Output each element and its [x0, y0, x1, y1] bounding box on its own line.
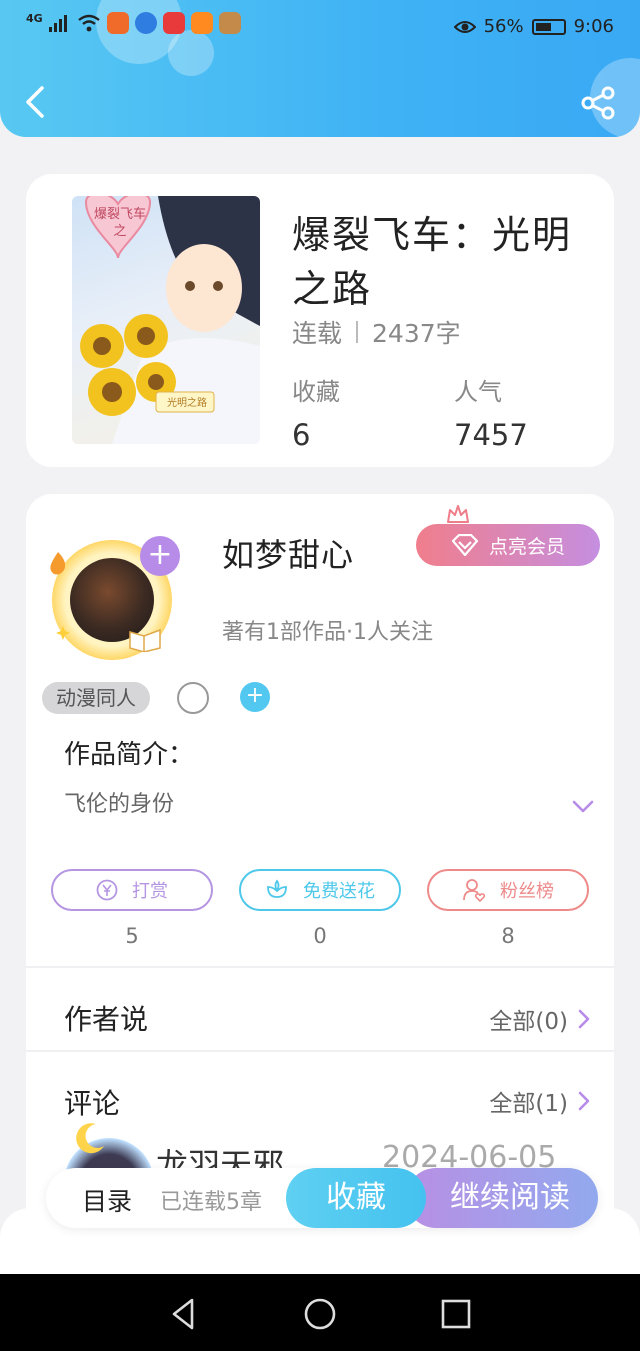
eye-icon	[453, 20, 476, 33]
favorite-label: 收藏	[326, 1180, 386, 1215]
app-notification-icon	[162, 12, 185, 34]
book-icon	[129, 628, 161, 652]
flower-icon	[267, 879, 287, 898]
tag-toggle[interactable]	[177, 682, 209, 714]
wifi-icon	[77, 14, 100, 32]
star-icon	[56, 626, 70, 640]
tip-button[interactable]: 打赏	[51, 869, 213, 911]
comments-more[interactable]: 全部(1)	[489, 1084, 590, 1118]
battery-icon	[531, 18, 566, 35]
divider	[26, 966, 614, 968]
book-title: 爆裂飞车：光明之路	[292, 213, 573, 311]
signal-label: 4G	[26, 12, 43, 25]
fan-icon	[463, 879, 486, 902]
chapter-count: 已连载5章	[160, 1190, 262, 1215]
clock: 9:06	[573, 16, 614, 37]
divider	[26, 1050, 614, 1052]
author-says-more-label: 全部(0)	[489, 1009, 568, 1035]
intro-title: 作品简介：	[64, 740, 195, 770]
author-name[interactable]: 如梦甜心	[222, 530, 354, 576]
collect-count: 6	[292, 418, 311, 452]
book-status: 连载	[292, 319, 343, 348]
free-flower-label: 免费送花	[303, 881, 375, 902]
system-nav-bar	[0, 1274, 640, 1351]
nav-back-button[interactable]	[166, 1296, 202, 1332]
favorite-button[interactable]: 收藏	[286, 1168, 426, 1228]
continue-reading-label: 继续阅读	[450, 1180, 570, 1215]
status-bar: 4G 56% 9:06	[0, 0, 640, 54]
nav-recents-button[interactable]	[438, 1296, 474, 1332]
app-notification-icon	[190, 12, 213, 34]
comments-title: 评论	[64, 1087, 121, 1120]
back-button[interactable]	[20, 84, 50, 120]
author-description: 著有1部作品·1人关注	[222, 620, 433, 645]
add-tag-button[interactable]: +	[240, 682, 270, 712]
genre-tag[interactable]: 动漫同人	[42, 682, 150, 714]
cover-caption-top: 爆裂飞车之	[93, 207, 146, 239]
free-flower-button[interactable]: 免费送花	[239, 869, 401, 911]
popularity-count: 7457	[454, 418, 528, 452]
yen-icon	[96, 879, 118, 901]
follow-author-button[interactable]: +	[140, 536, 180, 576]
tip-label: 打赏	[132, 881, 168, 902]
toc-button[interactable]: 目录	[82, 1182, 132, 1218]
header: 4G 56% 9:06	[0, 0, 640, 137]
chevron-right-icon	[578, 1091, 590, 1111]
chevron-right-icon	[578, 1009, 590, 1029]
fan-ranking-button[interactable]: 粉丝榜	[427, 869, 589, 911]
vip-button-label: 点亮会员	[488, 535, 565, 558]
signal-icon	[48, 15, 67, 32]
continue-reading-button[interactable]: 继续阅读	[406, 1168, 598, 1228]
tip-count: 5	[125, 924, 139, 948]
author-says-more[interactable]: 全部(0)	[489, 1002, 590, 1036]
detail-card: + 如梦甜心 点亮会员 著有1部作品·1人关注 动漫同人 + 作品简介： 飞伦的…	[26, 494, 614, 1274]
game-notification-icon	[218, 12, 241, 34]
share-button[interactable]	[580, 86, 616, 120]
moon-icon	[76, 1123, 104, 1154]
meta-divider	[356, 321, 359, 343]
book-word-count: 2437字	[372, 319, 461, 348]
diamond-icon	[451, 534, 479, 556]
book-info-card: 爆裂飞车之 光明之路 爆裂飞车：光明之路 连载 2437字 收藏 6 人气 74…	[26, 174, 614, 467]
crown-icon	[447, 505, 469, 523]
fan-count: 8	[501, 924, 515, 948]
vip-button[interactable]: 点亮会员	[416, 524, 600, 566]
app-notification-icon	[134, 12, 157, 34]
book-cover[interactable]: 爆裂飞车之 光明之路	[72, 196, 260, 444]
flower-count: 0	[313, 924, 327, 948]
collect-label: 收藏	[292, 378, 340, 406]
comments-more-label: 全部(1)	[489, 1091, 568, 1117]
popularity-label: 人气	[454, 378, 502, 406]
author-says-title: 作者说	[64, 1003, 149, 1036]
chevron-down-icon[interactable]	[572, 800, 594, 814]
nav-home-button[interactable]	[302, 1296, 338, 1332]
fan-ranking-label: 粉丝榜	[500, 881, 554, 902]
battery-percent: 56%	[483, 16, 524, 37]
intro-text: 飞伦的身份	[64, 792, 175, 817]
app-notification-icon	[106, 12, 129, 34]
flame-icon	[50, 552, 66, 575]
bottom-action-bar: 目录 已连载5章 继续阅读 收藏	[46, 1168, 598, 1228]
book-meta: 连载 2437字	[292, 314, 461, 350]
cover-caption-bottom: 光明之路	[167, 398, 207, 409]
comment-item[interactable]: 龙羽天邪 2024-06-05	[26, 1120, 614, 1174]
